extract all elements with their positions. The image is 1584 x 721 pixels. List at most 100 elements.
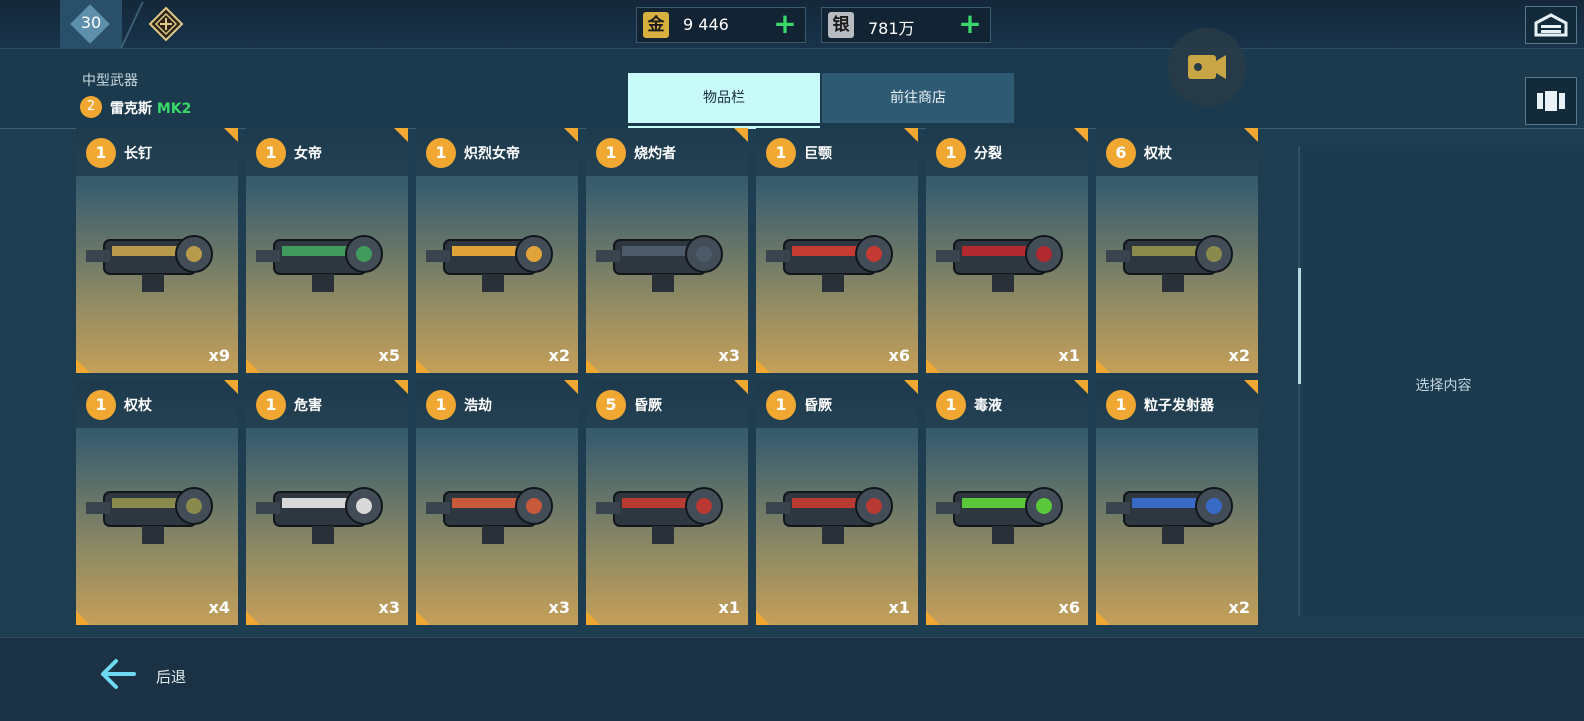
gold-value: 9 446 bbox=[683, 15, 729, 34]
weapon-name: 分裂 bbox=[974, 146, 1002, 162]
weapon-count: x5 bbox=[378, 346, 400, 365]
weapon-image bbox=[426, 487, 553, 544]
card-corner bbox=[1074, 380, 1088, 394]
robot-frame-icon bbox=[1537, 91, 1565, 111]
weapon-card[interactable]: 6 权杖 x2 bbox=[1096, 128, 1258, 373]
tab-inventory[interactable]: 物品栏 bbox=[628, 73, 820, 123]
gold-currency: 金 9 446 + bbox=[636, 7, 806, 43]
robot-frame-button[interactable] bbox=[1525, 77, 1577, 125]
card-corner bbox=[756, 359, 770, 373]
weapon-image bbox=[596, 487, 723, 544]
weapon-card[interactable]: 1 权杖 x4 bbox=[76, 380, 238, 625]
weapon-level-badge: 1 bbox=[936, 390, 966, 420]
card-corner bbox=[734, 380, 748, 394]
card-corner bbox=[224, 128, 238, 142]
card-corner bbox=[1074, 128, 1088, 142]
card-corner bbox=[926, 611, 940, 625]
card-corner bbox=[926, 359, 940, 373]
weapon-card[interactable]: 1 长钉 x9 bbox=[76, 128, 238, 373]
weapon-level-badge: 1 bbox=[256, 138, 286, 168]
weapon-name: 烧灼者 bbox=[634, 146, 676, 162]
bottom-bar bbox=[0, 637, 1584, 721]
silver-currency: 银 781万 + bbox=[821, 7, 991, 43]
weapon-card[interactable]: 5 昏厥 x1 bbox=[586, 380, 748, 625]
card-corner bbox=[564, 380, 578, 394]
card-corner bbox=[76, 359, 90, 373]
weapon-image bbox=[86, 235, 213, 292]
weapon-card[interactable]: 1 毒液 x6 bbox=[926, 380, 1088, 625]
weapon-count: x6 bbox=[888, 346, 910, 365]
weapon-count: x2 bbox=[548, 346, 570, 365]
weapon-card[interactable]: 1 分裂 x1 bbox=[926, 128, 1088, 373]
weapon-level-badge: 1 bbox=[766, 390, 796, 420]
record-button[interactable] bbox=[1168, 28, 1246, 106]
card-corner bbox=[416, 359, 430, 373]
card-corner bbox=[564, 128, 578, 142]
card-corner bbox=[904, 380, 918, 394]
weapon-image bbox=[766, 487, 893, 544]
weapon-name: 粒子发射器 bbox=[1144, 398, 1214, 414]
card-corner bbox=[1096, 611, 1110, 625]
silver-value: 781万 bbox=[868, 19, 915, 38]
weapon-level-badge: 1 bbox=[1106, 390, 1136, 420]
add-silver-button[interactable]: + bbox=[956, 10, 984, 38]
back-label: 后退 bbox=[156, 668, 187, 686]
weapon-name: 权杖 bbox=[1144, 146, 1172, 162]
weapon-card[interactable]: 1 粒子发射器 x2 bbox=[1096, 380, 1258, 625]
rank-emblem-icon[interactable] bbox=[148, 6, 184, 42]
weapon-name: 炽烈女帝 bbox=[464, 146, 520, 162]
weapon-card[interactable]: 1 巨颚 x6 bbox=[756, 128, 918, 373]
weapon-card[interactable]: 1 昏厥 x1 bbox=[756, 380, 918, 625]
weapon-level-badge: 1 bbox=[256, 390, 286, 420]
selected-weapon-label: 雷克斯 bbox=[110, 101, 152, 117]
weapon-image bbox=[256, 235, 383, 292]
hangar-icon bbox=[1534, 13, 1568, 37]
weapon-card[interactable]: 1 炽烈女帝 x2 bbox=[416, 128, 578, 373]
card-corner bbox=[1244, 380, 1258, 394]
card-corner bbox=[756, 611, 770, 625]
weapon-level-badge: 1 bbox=[936, 138, 966, 168]
weapon-card[interactable]: 1 浩劫 x3 bbox=[416, 380, 578, 625]
weapon-name: 浩劫 bbox=[464, 398, 492, 414]
card-corner bbox=[1244, 128, 1258, 142]
weapon-level-badge: 1 bbox=[86, 390, 116, 420]
hangar-button[interactable] bbox=[1525, 6, 1577, 44]
weapon-image bbox=[936, 487, 1063, 544]
selected-weapon-level: 2 bbox=[80, 96, 102, 118]
weapon-count: x1 bbox=[718, 598, 740, 617]
weapon-count: x1 bbox=[888, 598, 910, 617]
weapon-image bbox=[766, 235, 893, 292]
weapon-count: x2 bbox=[1228, 598, 1250, 617]
card-corner bbox=[76, 611, 90, 625]
selected-weapon-name: 雷克斯 MK2 bbox=[110, 98, 191, 118]
detail-placeholder: 选择内容 bbox=[1415, 378, 1472, 394]
weapon-card[interactable]: 1 女帝 x5 bbox=[246, 128, 408, 373]
card-corner bbox=[904, 128, 918, 142]
card-corner bbox=[394, 128, 408, 142]
weapon-level-badge: 1 bbox=[86, 138, 116, 168]
weapon-count: x1 bbox=[1058, 346, 1080, 365]
weapon-count: x9 bbox=[208, 346, 230, 365]
back-button[interactable]: 后退 bbox=[96, 654, 236, 700]
card-corner bbox=[246, 359, 260, 373]
weapon-name: 巨颚 bbox=[804, 146, 832, 162]
weapon-name: 女帝 bbox=[294, 146, 322, 162]
weapon-card[interactable]: 1 烧灼者 x3 bbox=[586, 128, 748, 373]
weapon-count: x3 bbox=[718, 346, 740, 365]
selected-weapon-mark: MK2 bbox=[156, 101, 192, 117]
weapon-image bbox=[426, 235, 553, 292]
weapon-name: 毒液 bbox=[974, 398, 1002, 414]
weapon-name: 昏厥 bbox=[804, 398, 832, 414]
scrollbar-thumb[interactable] bbox=[1298, 268, 1301, 384]
weapon-category-title: 中型武器 bbox=[82, 73, 138, 89]
card-corner bbox=[246, 611, 260, 625]
weapon-image bbox=[86, 487, 213, 544]
weapon-image bbox=[596, 235, 723, 292]
card-corner bbox=[394, 380, 408, 394]
card-corner bbox=[734, 128, 748, 142]
weapon-card[interactable]: 1 危害 x3 bbox=[246, 380, 408, 625]
weapon-level-badge: 1 bbox=[596, 138, 626, 168]
weapon-count: x4 bbox=[208, 598, 230, 617]
tab-go-to-shop[interactable]: 前往商店 bbox=[822, 73, 1014, 123]
add-gold-button[interactable]: + bbox=[771, 10, 799, 38]
